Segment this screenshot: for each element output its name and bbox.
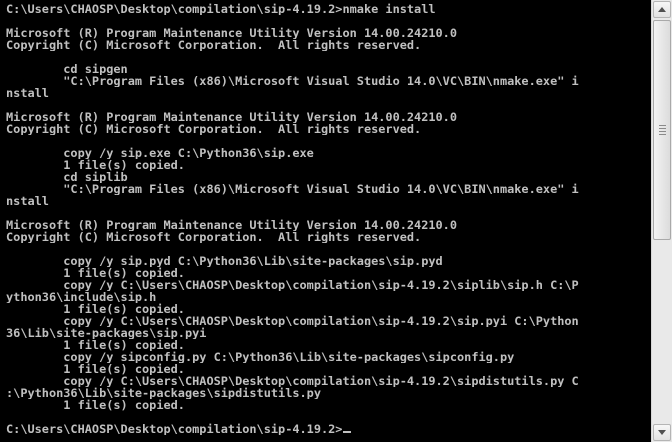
console-line: 1 file(s) copied. (6, 303, 185, 315)
console-line: 36\Lib\site-packages\sip.pyi (6, 327, 207, 339)
text-cursor (343, 431, 352, 433)
console-line: "C:\Program Files (x86)\Microsoft Visual… (6, 183, 579, 195)
console-line: "C:\Program Files (x86)\Microsoft Visual… (6, 75, 579, 87)
scroll-down-button[interactable] (653, 424, 671, 441)
console-line: cd sipgen (6, 63, 128, 75)
console-line: 1 file(s) copied. (6, 159, 185, 171)
scroll-thumb[interactable] (653, 20, 671, 240)
grip-icon (659, 131, 666, 132)
console-lines: C:\Users\CHAOSP\Desktop\compilation\sip-… (6, 3, 650, 423)
console-line: Copyright (C) Microsoft Corporation. All… (6, 39, 422, 51)
console-line: cd siplib (6, 171, 128, 183)
grip-icon (659, 128, 666, 129)
console-line: copy /y sipconfig.py C:\Python36\Lib\sit… (6, 351, 515, 363)
console-line: copy /y C:\Users\CHAOSP\Desktop\compilat… (6, 315, 579, 327)
command-prompt-window: C:\Users\CHAOSP\Desktop\compilation\sip-… (0, 0, 672, 442)
console-line: copy /y sip.exe C:\Python36\sip.exe (6, 147, 314, 159)
console-line: Copyright (C) Microsoft Corporation. All… (6, 231, 422, 243)
console-line: C:\Users\CHAOSP\Desktop\compilation\sip-… (6, 3, 436, 15)
console-line: ython36\include\sip.h (6, 291, 157, 303)
console-line: nstall (6, 195, 49, 207)
console-line: nstall (6, 87, 49, 99)
console-line: Microsoft (R) Program Maintenance Utilit… (6, 111, 458, 123)
arrow-down-icon (658, 430, 666, 435)
arrow-up-icon (658, 7, 666, 12)
console-line: copy /y C:\Users\CHAOSP\Desktop\compilat… (6, 279, 579, 291)
console-line: 1 file(s) copied. (6, 339, 185, 351)
console-line: Microsoft (R) Program Maintenance Utilit… (6, 219, 458, 231)
prompt-text: C:\Users\CHAOSP\Desktop\compilation\sip-… (6, 423, 343, 435)
console-line: copy /y C:\Users\CHAOSP\Desktop\compilat… (6, 375, 579, 387)
console-line: :\Python36\Lib\site-packages\sipdistutil… (6, 387, 321, 399)
console-line: 1 file(s) copied. (6, 399, 185, 411)
grip-icon (659, 125, 666, 126)
vertical-scrollbar[interactable] (651, 0, 672, 442)
console-output[interactable]: C:\Users\CHAOSP\Desktop\compilation\sip-… (0, 0, 650, 442)
grip-icon (659, 134, 666, 135)
prompt-line[interactable]: C:\Users\CHAOSP\Desktop\compilation\sip-… (6, 423, 650, 435)
console-line: Copyright (C) Microsoft Corporation. All… (6, 123, 422, 135)
console-line: 1 file(s) copied. (6, 363, 185, 375)
console-line: copy /y sip.pyd C:\Python36\Lib\site-pac… (6, 255, 443, 267)
console-line: Microsoft (R) Program Maintenance Utilit… (6, 27, 458, 39)
scroll-up-button[interactable] (653, 1, 671, 18)
console-line: 1 file(s) copied. (6, 267, 185, 279)
